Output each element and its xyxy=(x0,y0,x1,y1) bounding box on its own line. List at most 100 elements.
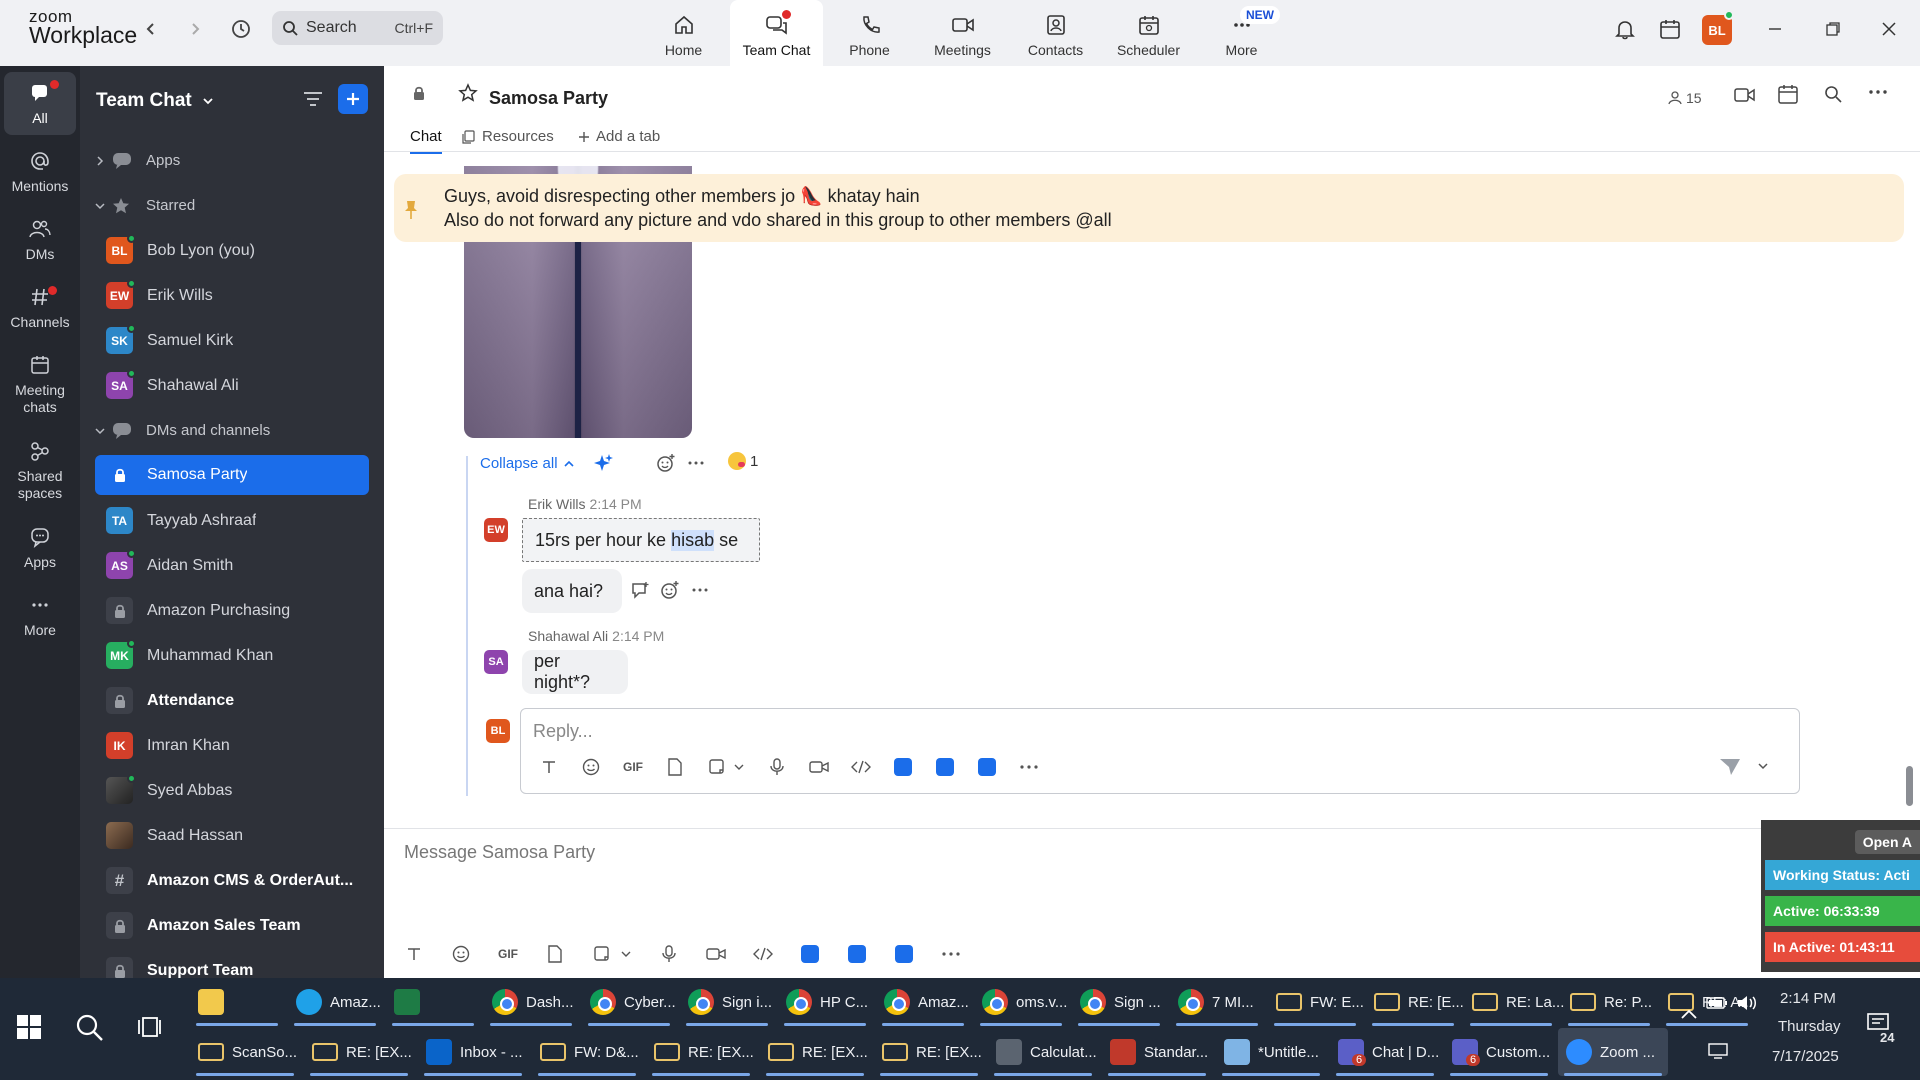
tab-contacts[interactable]: Contacts xyxy=(1009,0,1102,66)
taskbar-item-chrome[interactable]: 7 MI... xyxy=(1170,978,1264,1026)
taskbar-item-mail[interactable]: FW: D&... xyxy=(532,1028,642,1076)
rail-shared-spaces[interactable]: Shared spaces xyxy=(0,438,80,502)
message-bubble[interactable]: ana hai? xyxy=(522,569,622,613)
taskbar-item-chrome[interactable]: HP C... xyxy=(778,978,872,1026)
filter-button[interactable] xyxy=(302,88,324,110)
taskbar-item-teams[interactable]: 6 Chat | D... xyxy=(1330,1028,1440,1076)
history-button[interactable] xyxy=(226,14,256,44)
volume-button[interactable] xyxy=(1736,994,1758,1012)
avatar[interactable]: SA xyxy=(484,650,508,674)
format-text-button[interactable] xyxy=(404,944,424,964)
battery-button[interactable] xyxy=(1706,996,1728,1010)
taskbar-item-folder[interactable] xyxy=(190,978,284,1026)
rail-channels[interactable]: Channels xyxy=(0,284,80,331)
open-button[interactable]: Open A xyxy=(1854,830,1920,854)
sidebar-item-shahawal-ali[interactable]: SA Shahawal Ali xyxy=(80,363,384,408)
message-input[interactable]: Message Samosa Party xyxy=(404,842,595,863)
gif-button[interactable]: GIF xyxy=(498,944,518,964)
new-chat-button[interactable] xyxy=(338,84,368,114)
voice-button[interactable] xyxy=(767,757,787,777)
close-button[interactable] xyxy=(1874,14,1904,44)
emoji-button[interactable] xyxy=(581,757,601,777)
taskbar-item-calc[interactable]: Calculat... xyxy=(988,1028,1098,1076)
taskbar-item-mail[interactable]: RE: [EX... xyxy=(304,1028,414,1076)
screenshot-button[interactable] xyxy=(707,757,727,777)
task-view-button[interactable] xyxy=(136,1014,162,1040)
thread-reply-box[interactable]: Reply... GIF xyxy=(520,708,1800,794)
sidebar-item-samuel-kirk[interactable]: SK Samuel Kirk xyxy=(80,318,384,363)
app-button-1[interactable] xyxy=(893,757,913,777)
taskbar-item-mail[interactable]: RE: [EX... xyxy=(646,1028,756,1076)
tab-meetings[interactable]: Meetings xyxy=(916,0,1009,66)
taskbar-item-notepad[interactable]: *Untitle... xyxy=(1216,1028,1326,1076)
code-button[interactable] xyxy=(851,757,871,777)
taskbar-item-mail[interactable]: ScanSo... xyxy=(190,1028,300,1076)
sidebar-item-tayyab-ashraaf[interactable]: TA Tayyab Ashraaf xyxy=(80,498,384,543)
attach-file-button[interactable] xyxy=(665,757,685,777)
star-button[interactable] xyxy=(458,83,478,103)
more-options-button[interactable] xyxy=(1868,88,1888,96)
taskbar-item-outlook[interactable]: Inbox - ... xyxy=(418,1028,528,1076)
taskbar-item-mail[interactable]: RE: [EX... xyxy=(760,1028,870,1076)
sidebar-title[interactable]: Team Chat xyxy=(96,90,214,112)
app-button-2[interactable] xyxy=(935,757,955,777)
taskbar-item-mail[interactable]: Re: P... xyxy=(1562,978,1656,1026)
collapse-all-button[interactable]: Collapse all xyxy=(480,455,574,472)
taskbar-search-button[interactable] xyxy=(74,1012,104,1042)
video-message-button[interactable] xyxy=(706,944,726,964)
taskbar-item-chrome[interactable]: oms.v... xyxy=(974,978,1068,1026)
sidebar-item-syed-abbas[interactable]: Syed Abbas xyxy=(80,768,384,813)
taskbar-item-excel[interactable] xyxy=(386,978,480,1026)
tab-home[interactable]: Home xyxy=(637,0,730,66)
gif-button[interactable]: GIF xyxy=(623,757,643,777)
sidebar-item-aidan-smith[interactable]: AS Aidan Smith xyxy=(80,543,384,588)
taskbar-item-teams[interactable]: 6 Custom... xyxy=(1444,1028,1554,1076)
rail-all[interactable]: All xyxy=(4,72,76,135)
message-bubble[interactable]: 15rs per hour ke hisab se xyxy=(522,518,760,562)
taskbar-item-chrome[interactable]: Sign i... xyxy=(680,978,774,1026)
section-dms-channels[interactable]: DMs and channels xyxy=(80,408,384,453)
reaction-chip[interactable]: 1 xyxy=(728,452,758,470)
ai-summary-button[interactable] xyxy=(594,453,614,473)
rail-more[interactable]: More xyxy=(0,592,80,639)
back-button[interactable] xyxy=(136,14,166,44)
sidebar-item-amazon-purchasing[interactable]: Amazon Purchasing xyxy=(80,588,384,633)
section-apps[interactable]: Apps xyxy=(80,138,384,183)
message-bubble[interactable]: per night*? xyxy=(522,650,628,694)
app-button-1[interactable] xyxy=(800,944,820,964)
taskbar-item-chrome[interactable]: Cyber... xyxy=(582,978,676,1026)
taskbar-item-chrome[interactable]: Amaz... xyxy=(876,978,970,1026)
clock-time[interactable]: 2:14 PM xyxy=(1780,990,1836,1007)
add-reaction-button[interactable] xyxy=(656,453,676,473)
add-tab-button[interactable]: Add a tab xyxy=(578,128,660,145)
section-starred[interactable]: Starred xyxy=(80,183,384,228)
search-box[interactable]: Search Ctrl+F xyxy=(272,11,443,45)
taskbar-item-chrome[interactable]: Dash... xyxy=(484,978,578,1026)
screenshot-button[interactable] xyxy=(592,944,612,964)
taskbar-item-mail[interactable]: RE: [E... xyxy=(1366,978,1464,1026)
rail-apps[interactable]: Apps xyxy=(0,524,80,571)
sidebar-item-amazon-sales-team[interactable]: Amazon Sales Team xyxy=(80,903,384,948)
message-more-button[interactable] xyxy=(688,460,704,466)
sidebar-item-samosa-party[interactable]: Samosa Party xyxy=(95,455,369,495)
taskbar-item-pdf[interactable]: Standar... xyxy=(1102,1028,1212,1076)
search-in-chat-button[interactable] xyxy=(1824,85,1842,103)
sidebar-item-bob-lyon[interactable]: BL Bob Lyon (you) xyxy=(80,228,384,273)
sidebar-item-erik-wills[interactable]: EW Erik Wills xyxy=(80,273,384,318)
avatar[interactable]: EW xyxy=(484,518,508,542)
members-button[interactable]: 15 xyxy=(1668,90,1702,106)
send-options[interactable] xyxy=(1757,761,1769,771)
rail-meeting-chats[interactable]: Meeting chats xyxy=(0,352,80,416)
pinned-message[interactable]: Guys, avoid disrespecting other members … xyxy=(394,174,1904,242)
scrollbar-thumb[interactable] xyxy=(1906,766,1913,806)
more-tools-button[interactable] xyxy=(1019,757,1039,777)
code-button[interactable] xyxy=(753,944,773,964)
app-button-3[interactable] xyxy=(977,757,997,777)
voice-button[interactable] xyxy=(659,944,679,964)
message-more-button[interactable] xyxy=(692,587,708,593)
taskbar-item-zoom[interactable]: Zoom ... xyxy=(1558,1028,1668,1076)
restore-button[interactable] xyxy=(1818,14,1848,44)
rail-mentions[interactable]: Mentions xyxy=(0,148,80,195)
tab-phone[interactable]: Phone xyxy=(823,0,916,66)
calendar-button[interactable] xyxy=(1655,14,1685,44)
